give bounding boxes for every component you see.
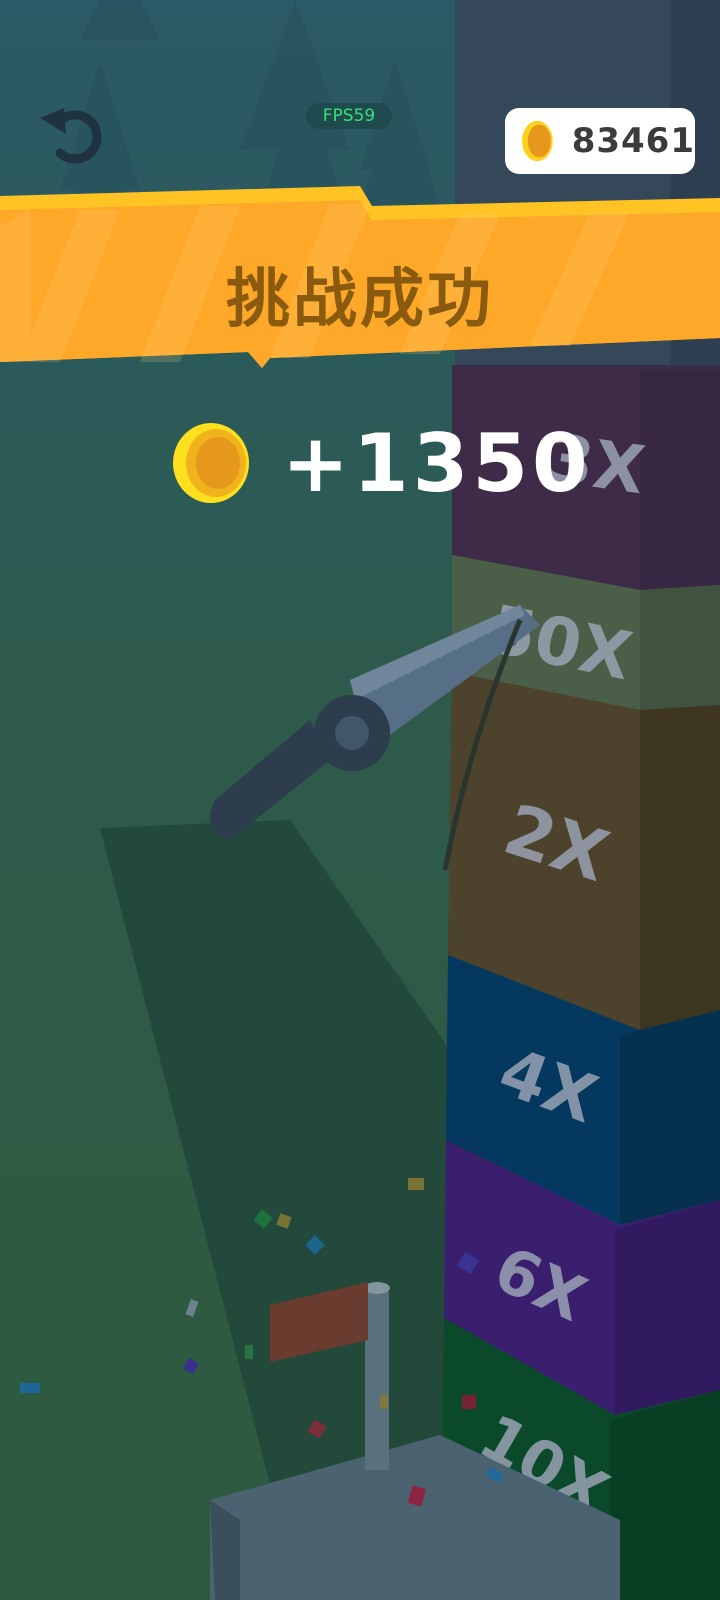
fps-counter: FPS59 [306,103,392,129]
coin-counter: 83461 [505,108,695,174]
reward-amount: +1350 [282,416,592,510]
coin-icon [521,120,553,162]
coin-icon [173,423,249,503]
coin-total: 83461 [571,121,695,161]
reward-row: +1350 [172,416,592,510]
tower [442,365,720,1600]
restart-icon [40,108,102,164]
banner-title: 挑战成功 [226,263,494,337]
restart-button[interactable] [38,98,108,168]
